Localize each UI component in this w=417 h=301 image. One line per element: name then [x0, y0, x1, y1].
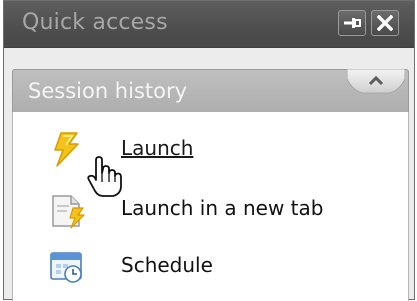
- launch-new-tab-item[interactable]: Launch in a new tab: [11, 186, 408, 236]
- pin-button[interactable]: [338, 10, 366, 36]
- schedule-label[interactable]: Schedule: [121, 253, 213, 277]
- chevron-up-icon[interactable]: [347, 69, 405, 97]
- session-history-header[interactable]: Session history: [12, 69, 409, 113]
- launch-label[interactable]: Launch: [121, 136, 193, 160]
- calendar-clock-icon: [50, 252, 82, 283]
- pin-icon: [344, 18, 361, 28]
- launch-new-tab-label[interactable]: Launch in a new tab: [121, 196, 323, 220]
- new-tab-lightning-icon: [52, 195, 85, 229]
- panel-title: Quick access: [22, 10, 168, 35]
- close-icon: [377, 15, 393, 31]
- close-button[interactable]: [371, 10, 399, 36]
- panel-titlebar[interactable]: Quick access: [4, 1, 414, 48]
- lightning-icon: [54, 132, 79, 167]
- schedule-item[interactable]: Schedule: [11, 243, 408, 293]
- launch-item[interactable]: Launch: [11, 126, 408, 176]
- section-label: Session history: [28, 79, 188, 103]
